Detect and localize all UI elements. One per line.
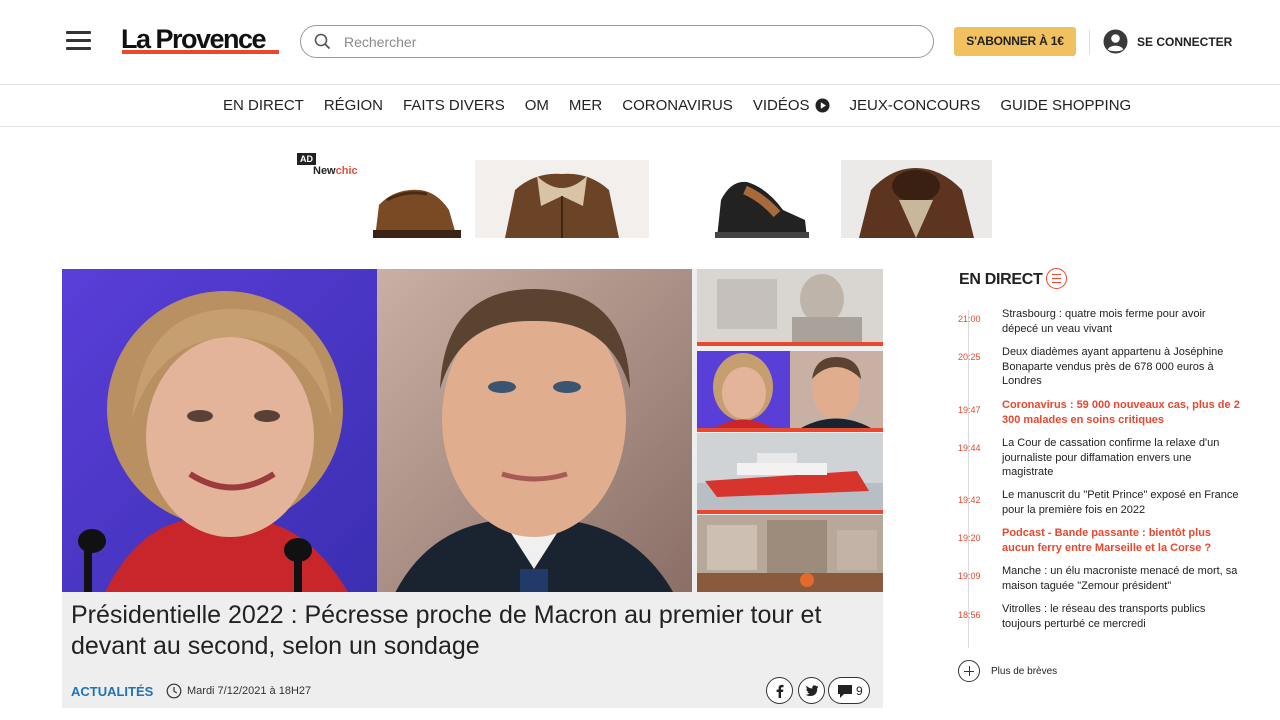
logo-underline — [122, 50, 279, 54]
nav-item-om[interactable]: OM — [525, 97, 549, 114]
hero-article: Présidentielle 2022 : Pécresse proche de… — [62, 269, 883, 708]
play-circle-icon — [815, 98, 830, 113]
live-item-time: 21:00 — [958, 314, 981, 324]
nav-label: MER — [568, 97, 603, 114]
comment-icon — [838, 685, 852, 698]
nav-label: CORONAVIRUS — [622, 97, 733, 114]
hero-category[interactable]: ACTUALITÉS — [71, 684, 153, 699]
nav-item-en-direct[interactable]: EN DIRECT — [223, 97, 304, 114]
live-item-time: 19:44 — [958, 443, 981, 453]
nav-label: EN DIRECT — [223, 97, 304, 114]
thumbnail-1-bar — [697, 342, 883, 346]
more-briefs-label: Plus de brèves — [991, 666, 1058, 677]
nav-label: GUIDE SHOPPING — [1000, 97, 1132, 114]
live-item-time: 19:20 — [958, 533, 981, 543]
login-link[interactable]: SE CONNECTER — [1137, 35, 1232, 49]
user-account-icon[interactable] — [1103, 29, 1128, 54]
thumbnail-1[interactable] — [697, 269, 883, 346]
nav-item-guide-shopping[interactable]: GUIDE SHOPPING — [1000, 97, 1131, 114]
ad-banner[interactable]: AD Newchic i › — [297, 153, 997, 239]
comments-count: 9 — [856, 684, 863, 698]
thumbnail-4[interactable] — [697, 515, 883, 592]
plus-circle-icon — [958, 660, 980, 682]
live-item-text: Coronavirus : 59 000 nouveaux cas, plus … — [1002, 399, 1240, 426]
live-feed-title: EN DIRECT — [959, 271, 1043, 288]
live-item-text: Le manuscrit du "Petit Prince" exposé en… — [1002, 489, 1239, 516]
live-item-time: 20:25 — [958, 352, 981, 362]
nav-label: FAITS DIVERS — [403, 97, 505, 114]
menu-icon[interactable] — [66, 31, 91, 51]
live-item-time: 19:42 — [958, 495, 981, 505]
nav-item-jeux-concours[interactable]: JEUX-CONCOURS — [850, 97, 981, 114]
live-item-text: Podcast - Bande passante : bientôt plus … — [1002, 527, 1212, 554]
nav-label: JEUX-CONCOURS — [849, 97, 981, 114]
live-item-text: Deux diadèmes ayant appartenu à Joséphin… — [1002, 346, 1224, 387]
nav-item-region[interactable]: RÉGION — [324, 97, 383, 114]
ad-brand-suffix: chic — [335, 165, 358, 177]
ad-product-sneaker[interactable] — [687, 160, 827, 238]
hero-date: Mardi 7/12/2021 à 18H27 — [187, 685, 312, 697]
live-item-text: Manche : un élu macroniste menacé de mor… — [1002, 565, 1238, 592]
related-thumbnails — [697, 269, 883, 592]
ad-brand-prefix: New — [313, 165, 336, 177]
ad-brand-logo: Newchic — [313, 165, 358, 177]
header-divider — [1089, 30, 1090, 54]
live-item-text: Vitrolles : le réseau des transports pub… — [1002, 603, 1206, 630]
live-item-time: 19:47 — [958, 405, 981, 415]
live-feed: EN DIRECT 21:00 Strasbourg : quatre mois… — [958, 266, 1248, 696]
main-navigation: EN DIRECT RÉGION FAITS DIVERS OM MER COR… — [0, 86, 1280, 127]
nav-label: VIDÉOS — [752, 97, 810, 114]
thumbnail-3[interactable] — [697, 433, 883, 510]
twitter-share-button[interactable] — [798, 677, 825, 704]
live-item-time: 18:56 — [958, 610, 981, 620]
nav-item-mer[interactable]: MER — [569, 97, 602, 114]
live-item-text: Strasbourg : quatre mois ferme pour avoi… — [1002, 308, 1206, 335]
search-box[interactable] — [300, 25, 934, 58]
site-header: La Provence S'ABONNER À 1€ SE CONNECTER — [0, 0, 1280, 85]
hero-title[interactable]: Présidentielle 2022 : Pécresse proche de… — [71, 600, 831, 662]
comments-button[interactable]: 9 — [828, 677, 870, 704]
thumbnail-2-bar — [697, 428, 883, 432]
twitter-icon — [805, 685, 819, 696]
nav-label: RÉGION — [323, 97, 384, 114]
facebook-icon — [776, 684, 784, 698]
live-item-time: 19:09 — [958, 571, 981, 581]
nav-item-faits-divers[interactable]: FAITS DIVERS — [403, 97, 505, 114]
nav-item-coronavirus[interactable]: CORONAVIRUS — [622, 97, 733, 114]
subscribe-button[interactable]: S'ABONNER À 1€ — [954, 27, 1076, 56]
ad-product-coat[interactable] — [841, 160, 992, 238]
hero-image[interactable] — [62, 269, 692, 592]
ad-product-boot[interactable] — [365, 160, 465, 238]
nav-label: OM — [524, 97, 549, 114]
live-item-text: La Cour de cassation confirme la relaxe … — [1002, 437, 1220, 478]
ad-product-jacket[interactable] — [475, 160, 649, 238]
nav-item-videos[interactable]: VIDÉOS — [753, 97, 830, 114]
thumbnail-3-bar — [697, 510, 883, 514]
list-icon[interactable] — [1046, 268, 1067, 289]
thumbnail-2[interactable] — [697, 351, 883, 428]
clock-icon — [166, 683, 182, 699]
ad-badge: AD — [297, 153, 316, 165]
search-input[interactable] — [344, 31, 904, 53]
facebook-share-button[interactable] — [766, 677, 793, 704]
search-icon — [314, 33, 331, 50]
